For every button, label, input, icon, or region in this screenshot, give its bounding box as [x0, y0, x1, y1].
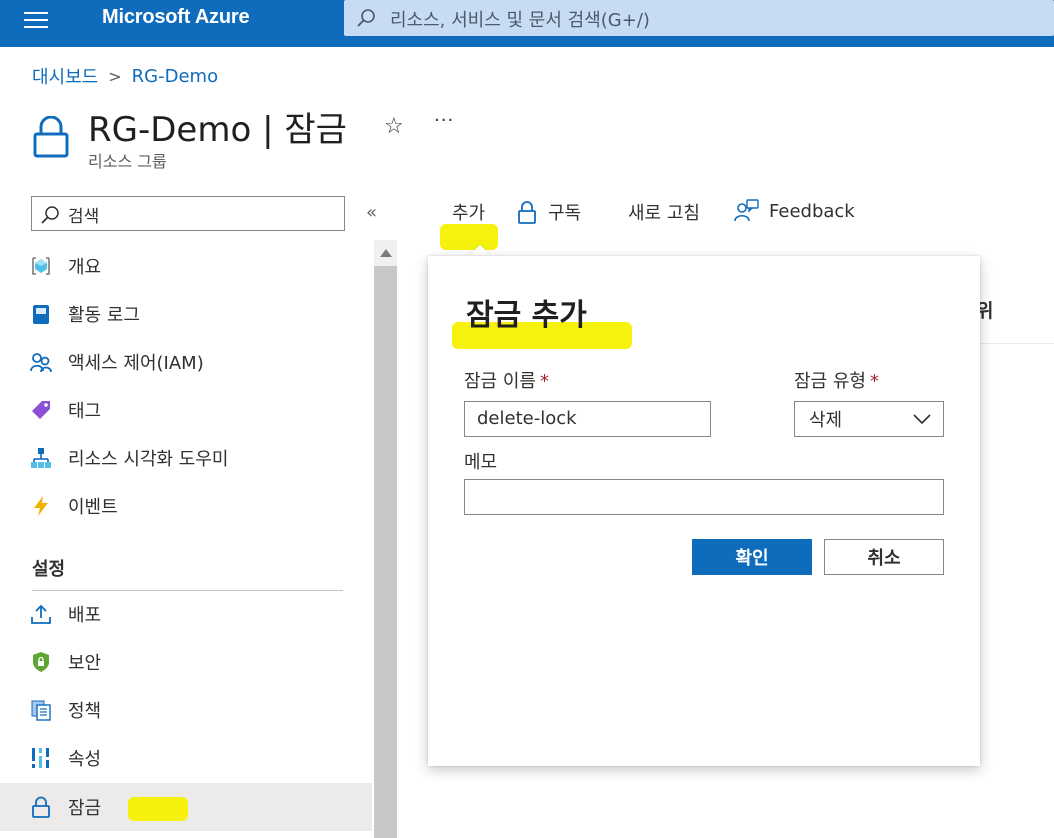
add-button[interactable]: 추가: [452, 199, 485, 225]
lock-type-label-text: 잠금 유형: [794, 371, 866, 392]
shield-icon: [30, 651, 52, 673]
sidebar-item-properties[interactable]: 속성: [0, 735, 372, 781]
annotation-highlight: [128, 797, 188, 821]
lock-name-input[interactable]: delete-lock: [464, 401, 711, 437]
tag-icon: [30, 399, 52, 421]
upload-icon: [30, 603, 52, 625]
memo-input[interactable]: [464, 479, 944, 515]
sidebar-item-activity-log[interactable]: 활동 로그: [0, 291, 372, 337]
add-button-label: 추가: [452, 203, 486, 224]
sidebar-item-label: 배포: [68, 605, 102, 626]
sidebar-search-input[interactable]: 검색: [31, 196, 345, 231]
sidebar-item-label: 이벤트: [68, 497, 118, 518]
resource-group-icon: [30, 255, 52, 277]
required-indicator: *: [869, 371, 879, 392]
sidebar-scrollbar[interactable]: [374, 240, 397, 838]
activity-log-icon: [30, 303, 52, 325]
lock-icon: [33, 116, 69, 158]
chevron-right-icon: >: [108, 66, 122, 86]
hierarchy-icon: [30, 447, 52, 469]
sidebar-search-placeholder: 검색: [68, 207, 100, 227]
required-indicator: *: [539, 371, 549, 392]
feedback-icon: [734, 199, 759, 222]
sidebar-item-label: 속성: [68, 749, 102, 770]
sidebar-item-deployments[interactable]: 배포: [0, 591, 372, 637]
global-search-input[interactable]: 리소스, 서비스 및 문서 검색(G+/): [344, 0, 1054, 36]
memo-label: 메모: [464, 452, 498, 473]
properties-icon: [30, 747, 52, 769]
lightning-icon: [30, 495, 52, 517]
sidebar-item-label: 액세스 제어(IAM): [68, 353, 204, 374]
scroll-up-arrow-icon[interactable]: [374, 240, 397, 266]
lock-name-label: 잠금 이름 *: [464, 367, 549, 393]
annotation-highlight: [440, 224, 498, 250]
search-icon: [357, 9, 375, 27]
sidebar-item-tags[interactable]: 태그: [0, 387, 372, 433]
sidebar-item-iam[interactable]: 액세스 제어(IAM): [0, 339, 372, 385]
breadcrumb-dashboard-link[interactable]: 대시보드: [32, 63, 98, 89]
dialog-title: 잠금 추가: [466, 298, 587, 333]
top-navigation-bar: Microsoft Azure 리소스, 서비스 및 문서 검색(G+/): [0, 0, 1054, 47]
global-search-placeholder: 리소스, 서비스 및 문서 검색(G+/): [390, 10, 650, 31]
top-stripe: [0, 36, 1054, 47]
sidebar-item-security[interactable]: 보안: [0, 639, 372, 685]
sidebar-item-overview[interactable]: 개요: [0, 243, 372, 289]
more-options-icon[interactable]: ···: [434, 110, 454, 131]
favorite-star-icon[interactable]: ☆: [384, 114, 404, 139]
page-subtitle: 리소스 그룹: [88, 152, 167, 171]
subscription-button-label: 구독: [548, 203, 582, 224]
chevron-down-icon: [913, 414, 931, 424]
ok-button[interactable]: 확인: [692, 539, 812, 575]
sidebar-item-label: 활동 로그: [68, 305, 140, 326]
sidebar-item-label: 잠금: [68, 798, 102, 819]
add-lock-dialog: 잠금 추가 잠금 이름 * delete-lock 잠금 유형 * 삭제 메모 확인…: [428, 256, 980, 766]
sidebar-item-policies[interactable]: 정책: [0, 687, 372, 733]
cancel-button[interactable]: 취소: [824, 539, 944, 575]
sidebar-item-label: 개요: [68, 257, 102, 278]
people-icon: [30, 351, 52, 373]
lock-icon: [30, 796, 52, 818]
sidebar-section-settings: 설정: [32, 559, 66, 580]
lock-icon: [518, 201, 536, 224]
refresh-button-label: 새로 고침: [628, 203, 700, 224]
table-header-divider: [976, 343, 1054, 344]
page-title: RG-Demo | 잠금: [88, 110, 347, 150]
search-icon: [41, 206, 59, 224]
lock-type-dropdown[interactable]: 삭제: [794, 401, 944, 437]
sidebar-item-label: 태그: [68, 401, 102, 422]
lock-type-label: 잠금 유형 *: [794, 367, 879, 393]
feedback-button[interactable]: Feedback: [733, 199, 855, 223]
sidebar-item-resource-visualizer[interactable]: 리소스 시각화 도우미: [0, 435, 372, 481]
policy-icon: [30, 699, 52, 721]
sidebar-item-label: 리소스 시각화 도우미: [68, 449, 229, 470]
collapse-sidebar-icon[interactable]: «: [366, 202, 377, 223]
lock-type-selected-value: 삭제: [809, 410, 843, 431]
hamburger-menu-icon[interactable]: [24, 12, 48, 28]
sidebar-item-events[interactable]: 이벤트: [0, 483, 372, 529]
brand-title[interactable]: Microsoft Azure: [102, 6, 250, 29]
sidebar-item-label: 보안: [68, 653, 102, 674]
lock-name-label-text: 잠금 이름: [464, 371, 536, 392]
sidebar-item-label: 정책: [68, 701, 102, 722]
refresh-button[interactable]: 새로 고침: [628, 199, 700, 225]
breadcrumb: 대시보드 > RG-Demo: [32, 63, 218, 89]
breadcrumb-resource-group-link[interactable]: RG-Demo: [132, 66, 218, 87]
subscription-button[interactable]: 구독: [516, 199, 581, 225]
feedback-button-label: Feedback: [769, 200, 855, 222]
